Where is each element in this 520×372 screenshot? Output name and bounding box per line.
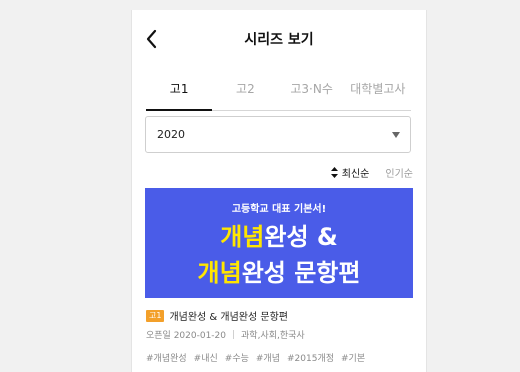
banner-line1-highlight: 개념 [220, 223, 265, 251]
sort-arrows-icon [330, 167, 338, 178]
hashtag[interactable]: #개념완성 [146, 351, 187, 364]
book-details-row: 오픈일 2020-01-20 과학,사회,한국사 [146, 328, 414, 341]
series-banner[interactable]: 고등학교 대표 기본서! 개념완성 & 개념완성 문항편 [145, 188, 413, 298]
sort-popular-button[interactable]: 인기순 [385, 165, 413, 180]
tab-grade-1[interactable]: 고1 [146, 68, 213, 111]
hashtag[interactable]: #수능 [225, 351, 249, 364]
tab-university-exam[interactable]: 대학별고사 [345, 68, 411, 110]
book-title[interactable]: 개념완성 & 개념완성 문항편 [169, 308, 288, 323]
grade-tabs: 고1 고2 고3·N수 대학별고사 [146, 68, 411, 111]
divider [233, 330, 235, 339]
year-select[interactable]: 2020 [145, 116, 411, 153]
hashtag[interactable]: #기본 [341, 351, 365, 364]
sort-options: 최신순 인기순 [330, 165, 413, 180]
page-title: 시리즈 보기 [244, 32, 314, 48]
year-select-value: 2020 [157, 128, 185, 141]
banner-line1-rest: 완성 & [264, 223, 338, 251]
banner-line2-highlight: 개념 [197, 259, 242, 287]
hashtag-list: #개념완성 #내신 #수능 #개념 #2015개정 #기본 [146, 351, 414, 364]
banner-title-line1: 개념완성 & [145, 222, 413, 252]
subjects: 과학,사회,한국사 [241, 331, 305, 341]
header: 시리즈 보기 [132, 10, 426, 68]
banner-title-line2: 개념완성 문항편 [145, 258, 413, 288]
caret-down-icon [392, 132, 400, 138]
sort-latest-button[interactable]: 최신순 [330, 165, 370, 180]
tab-grade-2[interactable]: 고2 [212, 68, 278, 110]
grade-badge: 고1 [146, 309, 165, 322]
hashtag[interactable]: #개념 [256, 351, 280, 364]
book-title-row: 고1 개념완성 & 개념완성 문항편 [146, 308, 414, 323]
open-date: 오픈일 2020-01-20 [146, 331, 227, 341]
mobile-screen: 시리즈 보기 고1 고2 고3·N수 대학별고사 2020 최신순 인기순 고등… [131, 10, 427, 372]
book-info: 고1 개념완성 & 개념완성 문항편 오픈일 2020-01-20 과학,사회,… [146, 308, 414, 364]
hashtag[interactable]: #2015개정 [287, 351, 334, 364]
banner-line2-rest: 완성 문항편 [241, 259, 361, 287]
banner-tagline: 고등학교 대표 기본서! [231, 204, 327, 215]
sort-latest-label: 최신순 [341, 169, 370, 180]
tab-grade-3-nsu[interactable]: 고3·N수 [279, 68, 345, 110]
hashtag[interactable]: #내신 [194, 351, 218, 364]
